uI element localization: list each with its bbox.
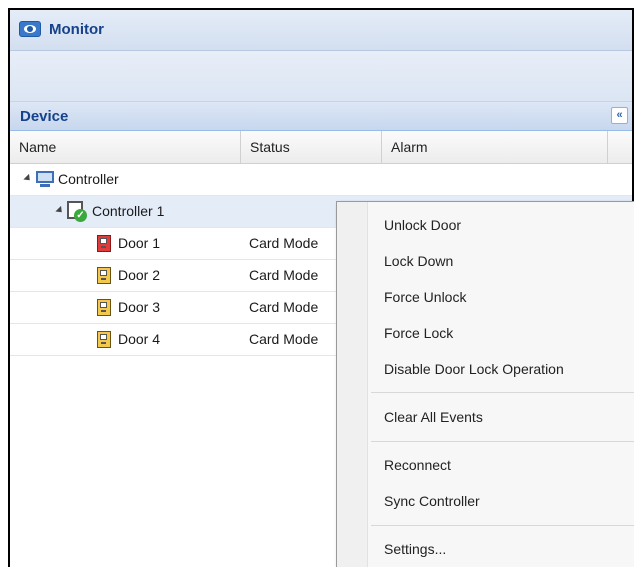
- eye-icon: [19, 21, 41, 37]
- collapse-panel-button[interactable]: «: [611, 107, 628, 124]
- row-name: Door 3: [118, 299, 161, 315]
- row-status: Card Mode: [249, 299, 319, 315]
- menu-separator: [371, 441, 634, 442]
- menu-item-clear-all-events[interactable]: Clear All Events: [384, 407, 483, 427]
- menu-item-settings[interactable]: Settings...: [384, 539, 446, 559]
- toolbar: [10, 51, 632, 102]
- menu-icon-gutter: [337, 202, 368, 567]
- menu-separator: [371, 525, 634, 526]
- row-name: Door 2: [118, 267, 161, 283]
- context-menu: Unlock Door Lock Down Force Unlock Force…: [336, 201, 634, 567]
- menu-item-reconnect[interactable]: Reconnect: [384, 455, 451, 475]
- door-red-icon: [97, 235, 111, 252]
- row-name: Door 4: [118, 331, 161, 347]
- row-status: Card Mode: [249, 235, 319, 251]
- column-header-alarm[interactable]: Alarm: [382, 131, 608, 163]
- computer-icon: [36, 171, 54, 187]
- grid-header: Name Status Alarm: [10, 131, 632, 164]
- tree-row-controller[interactable]: Controller: [10, 164, 632, 196]
- expand-arrow-icon[interactable]: [23, 173, 33, 184]
- door-yellow-icon: [97, 267, 111, 284]
- menu-item-unlock-door[interactable]: Unlock Door: [384, 215, 461, 235]
- device-panel-title: Device: [20, 108, 69, 125]
- device-panel-header: Device «: [10, 102, 632, 131]
- row-name: Door 1: [118, 235, 161, 251]
- menu-item-lock-down[interactable]: Lock Down: [384, 251, 453, 271]
- row-status: Card Mode: [249, 331, 319, 347]
- menu-item-disable-door-lock-operation[interactable]: Disable Door Lock Operation: [384, 359, 564, 379]
- menu-item-force-unlock[interactable]: Force Unlock: [384, 287, 466, 307]
- door-yellow-icon: [97, 331, 111, 348]
- window-title: Monitor: [49, 21, 104, 38]
- menu-item-sync-controller[interactable]: Sync Controller: [384, 491, 480, 511]
- expand-arrow-icon[interactable]: [55, 205, 65, 216]
- menu-separator: [371, 392, 634, 393]
- row-status: Card Mode: [249, 267, 319, 283]
- menu-item-force-lock[interactable]: Force Lock: [384, 323, 453, 343]
- column-header-name[interactable]: Name: [10, 131, 241, 163]
- column-header-status[interactable]: Status: [241, 131, 382, 163]
- controller-online-icon: ✓: [67, 201, 87, 222]
- window-title-bar: Monitor: [10, 10, 632, 51]
- door-yellow-icon: [97, 299, 111, 316]
- row-name: Controller 1: [92, 203, 165, 219]
- row-name: Controller: [58, 171, 119, 187]
